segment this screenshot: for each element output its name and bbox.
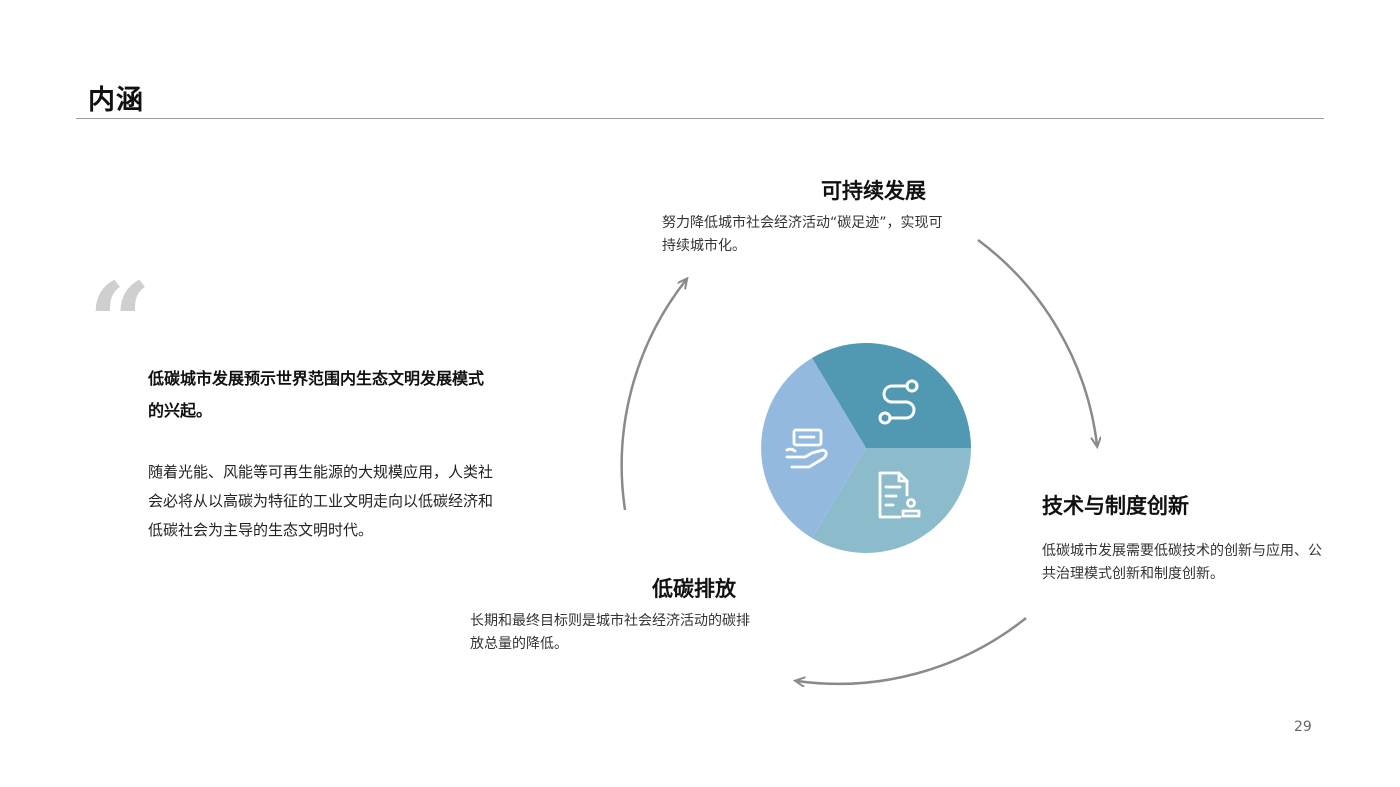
stage-desc-innovation: 低碳城市发展需要低碳技术的创新与应用、公共治理模式创新和制度创新。: [1042, 543, 1322, 582]
stage-desc-low-emission: 长期和最终目标则是城市社会经济活动的碳排放总量的降低。: [470, 613, 750, 652]
stage-title-low-emission: 低碳排放: [652, 577, 736, 601]
cycle-arrow-to-carbon: [797, 617, 1027, 684]
stage-title-innovation: 技术与制度创新: [1042, 494, 1189, 518]
cycle-arrow-to-tech: [977, 238, 1097, 445]
cycle-diagram: [620, 238, 1400, 787]
cycle-arrow-to-sustain: [620, 280, 686, 511]
stage-desc-sustainable: 努力降低城市社会经济活动“碳足迹”，实现可持续城市化。: [662, 215, 943, 254]
stage-title-sustainable: 可持续发展: [821, 179, 926, 203]
page-number: 29: [1294, 719, 1312, 735]
